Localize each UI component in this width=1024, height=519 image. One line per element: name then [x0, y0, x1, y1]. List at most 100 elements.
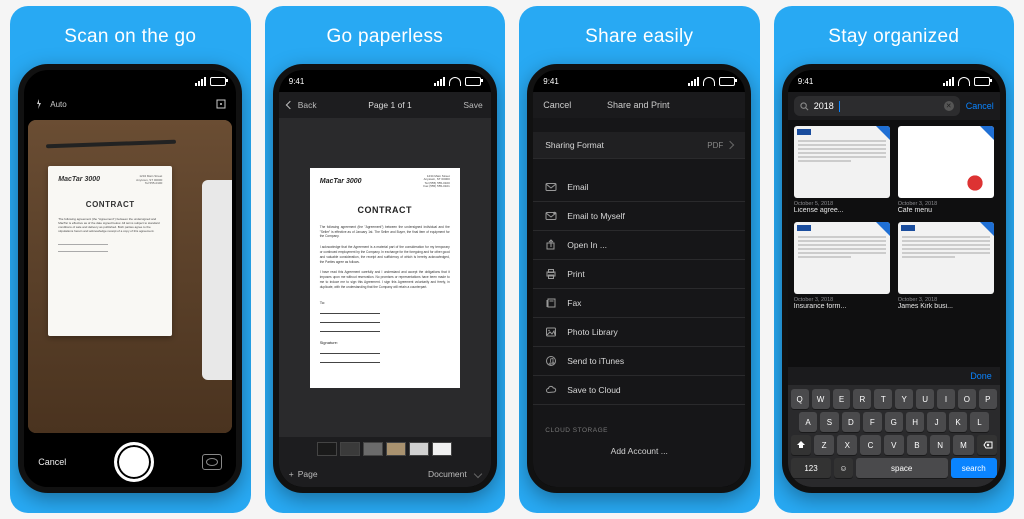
key-j[interactable]: J	[927, 412, 945, 432]
share-option-itunes[interactable]: Send to iTunes	[533, 347, 745, 376]
color-swatch[interactable]	[340, 442, 360, 456]
document-menu-button[interactable]: Document	[428, 469, 481, 479]
keyboard-toolbar: Done	[788, 367, 1000, 385]
sharing-format-label: Sharing Format	[545, 140, 604, 150]
key-w[interactable]: W	[812, 389, 830, 409]
key-g[interactable]: G	[885, 412, 903, 432]
key-z[interactable]: Z	[814, 435, 834, 455]
camera-cancel-button[interactable]: Cancel	[38, 457, 66, 467]
key-r[interactable]: R	[853, 389, 871, 409]
key-y[interactable]: Y	[895, 389, 913, 409]
camera-top-bar: Auto	[24, 92, 236, 116]
share-option-envelope-self[interactable]: Email to Myself	[533, 202, 745, 231]
clear-search-button[interactable]: ✕	[944, 101, 954, 111]
cloud-icon	[545, 384, 557, 396]
key-t[interactable]: T	[874, 389, 892, 409]
color-swatch[interactable]	[432, 442, 452, 456]
share-option-cloud[interactable]: Save to Cloud	[533, 376, 745, 405]
key-search[interactable]: search	[951, 458, 997, 478]
share-option-open-in[interactable]: Open In ...	[533, 231, 745, 260]
color-swatch[interactable]	[409, 442, 429, 456]
key-d[interactable]: D	[842, 412, 860, 432]
key-a[interactable]: A	[799, 412, 817, 432]
panel-title: Go paperless	[326, 26, 443, 48]
key-backspace[interactable]	[977, 435, 997, 455]
result-card[interactable]: October 3, 2018Insurance form...	[794, 222, 890, 310]
promo-panel-paperless: Go paperless 9:41 Back Page 1 of 1 Save …	[265, 6, 506, 513]
sharing-format-row[interactable]: Sharing Format PDF	[533, 132, 745, 159]
back-button[interactable]: Back	[287, 100, 317, 110]
share-title: Share and Print	[571, 100, 735, 110]
search-query-text: 2018	[814, 101, 834, 111]
key-shift[interactable]	[791, 435, 811, 455]
share-option-photo[interactable]: Photo Library	[533, 318, 745, 347]
itunes-icon	[545, 355, 557, 367]
result-name: Insurance form...	[794, 303, 890, 310]
panel-title: Stay organized	[828, 26, 959, 48]
cancel-button[interactable]: Cancel	[543, 100, 571, 110]
printer-icon	[545, 268, 557, 280]
envelope-icon	[545, 181, 557, 193]
keyboard: QWERTYUIOP ASDFGHJKL ZXCVBNM 123☺spacese…	[788, 385, 1000, 487]
phone-notch	[340, 70, 430, 86]
key-m[interactable]: M	[953, 435, 973, 455]
add-page-button[interactable]: +Page	[289, 469, 318, 479]
key-q[interactable]: Q	[791, 389, 809, 409]
crop-toggle[interactable]	[216, 99, 226, 109]
result-card[interactable]: October 3, 2018Cafe menu	[898, 126, 994, 214]
result-name: License agree...	[794, 207, 890, 214]
key-b[interactable]: B	[907, 435, 927, 455]
search-cancel-button[interactable]: Cancel	[966, 101, 994, 111]
editor-bottom-bar: +Page Document	[279, 461, 491, 487]
add-account-button[interactable]: Add Account ...	[533, 438, 745, 464]
key-u[interactable]: U	[916, 389, 934, 409]
color-swatch[interactable]	[363, 442, 383, 456]
result-thumbnail	[794, 222, 890, 294]
key-s[interactable]: S	[820, 412, 838, 432]
share-option-printer[interactable]: Print	[533, 260, 745, 289]
shutter-button[interactable]	[114, 442, 154, 482]
flash-auto-toggle[interactable]: Auto	[34, 99, 66, 109]
camera-flip-button[interactable]	[202, 454, 222, 470]
key-p[interactable]: P	[979, 389, 997, 409]
panel-title: Scan on the go	[64, 26, 196, 48]
phone-notch	[594, 70, 684, 86]
key-e[interactable]: E	[833, 389, 851, 409]
document-preview[interactable]: MacTar 3000 1234 Main StreetAnytown, ST …	[279, 118, 491, 437]
share-option-fax[interactable]: Fax	[533, 289, 745, 318]
key-space[interactable]: space	[856, 458, 948, 478]
search-input[interactable]: 2018 ✕	[794, 96, 960, 116]
color-swatch[interactable]	[386, 442, 406, 456]
result-card[interactable]: October 5, 2018License agree...	[794, 126, 890, 214]
result-card[interactable]: October 3, 2018James Kirk busi...	[898, 222, 994, 310]
phone-notch	[85, 70, 175, 86]
key-o[interactable]: O	[958, 389, 976, 409]
key-x[interactable]: X	[837, 435, 857, 455]
color-swatch[interactable]	[317, 442, 337, 456]
key-l[interactable]: L	[970, 412, 988, 432]
share-option-label: Print	[567, 269, 584, 279]
promo-panel-scan: Scan on the go Auto	[10, 6, 251, 513]
key-i[interactable]: I	[937, 389, 955, 409]
key-c[interactable]: C	[860, 435, 880, 455]
key-123[interactable]: 123	[791, 458, 832, 478]
signal-icon	[434, 77, 445, 86]
key-h[interactable]: H	[906, 412, 924, 432]
save-button[interactable]: Save	[463, 100, 482, 110]
key-emoji[interactable]: ☺	[834, 458, 852, 478]
wifi-icon	[703, 77, 715, 86]
key-v[interactable]: V	[884, 435, 904, 455]
key-k[interactable]: K	[949, 412, 967, 432]
document-page: MacTar 3000 1234 Main StreetAnytown, ST …	[310, 168, 460, 388]
keyboard-done-button[interactable]: Done	[970, 371, 992, 381]
result-thumbnail	[794, 126, 890, 198]
phone-mockup: 9:41 Cancel Share and Print Sharing Form…	[527, 64, 751, 493]
share-option-envelope[interactable]: Email	[533, 173, 745, 202]
text-cursor	[839, 101, 840, 112]
results-grid[interactable]: October 5, 2018License agree...October 3…	[788, 120, 1000, 367]
key-f[interactable]: F	[863, 412, 881, 432]
key-n[interactable]: N	[930, 435, 950, 455]
status-time: 9:41	[543, 77, 559, 86]
screenshot-gallery: Scan on the go Auto	[0, 0, 1024, 519]
badge-corner-icon	[980, 222, 994, 236]
